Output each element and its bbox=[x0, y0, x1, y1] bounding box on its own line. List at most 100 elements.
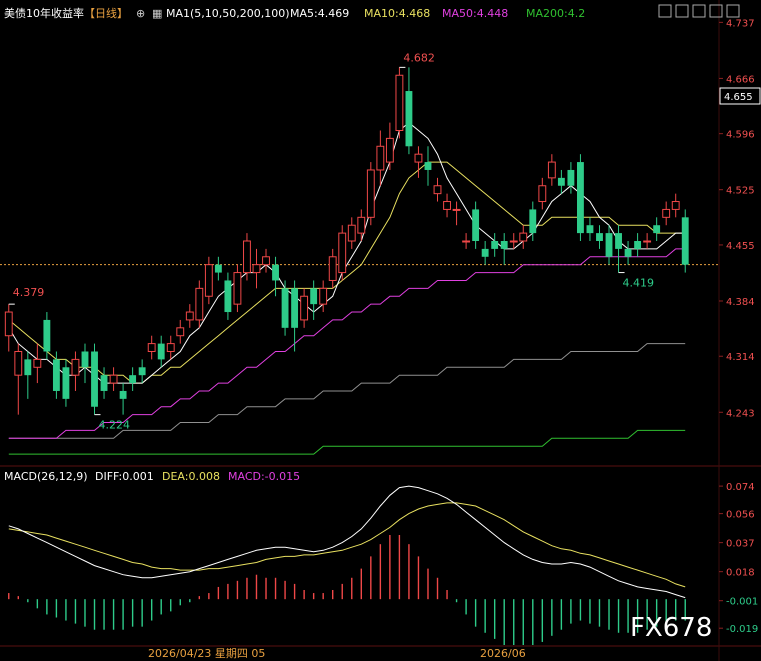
candle-body bbox=[405, 91, 413, 147]
candle-body bbox=[385, 137, 394, 163]
x-label-date: 2026/04/23 星期四 05 bbox=[148, 647, 265, 660]
candle-body bbox=[509, 240, 518, 243]
candle-body bbox=[71, 358, 80, 376]
candle-body bbox=[224, 280, 232, 313]
macd-title: MACD(26,12,9) bbox=[4, 470, 88, 483]
candle-body bbox=[376, 145, 385, 171]
right-low-annotation: 4.419 bbox=[623, 277, 655, 290]
chart-title: 美债10年收益率 bbox=[4, 6, 84, 20]
layout-icon bbox=[692, 4, 706, 18]
left-high-annotation: 4.379 bbox=[13, 286, 45, 299]
candle-body bbox=[52, 359, 60, 391]
candle-body bbox=[214, 264, 222, 273]
candle-body bbox=[272, 264, 279, 281]
candle-body bbox=[147, 343, 156, 353]
candle-body bbox=[567, 169, 575, 186]
candle-body bbox=[481, 248, 489, 257]
price-tick-label: 4.384 bbox=[726, 297, 755, 308]
candle-body bbox=[176, 327, 185, 337]
candle-body bbox=[243, 240, 251, 274]
candle-body bbox=[615, 233, 622, 249]
candle-body bbox=[653, 225, 661, 234]
candle-body bbox=[319, 287, 328, 305]
ma5-label: MA5:4.469 bbox=[290, 7, 349, 20]
grid-icon: ▦ bbox=[152, 7, 162, 20]
candle-body bbox=[338, 232, 347, 274]
candle-body bbox=[643, 240, 652, 243]
macd-tick-label: 0.074 bbox=[726, 482, 755, 493]
price-tick-label: 4.525 bbox=[726, 186, 755, 197]
candle-body bbox=[586, 225, 594, 234]
candle-body bbox=[634, 241, 642, 249]
candle-body bbox=[119, 390, 127, 399]
candle-body bbox=[538, 185, 547, 203]
candle-body bbox=[100, 375, 108, 391]
ma50-label: MA50:4.448 bbox=[442, 7, 508, 20]
ma-label: MA1(5,10,50,200,100) bbox=[166, 7, 290, 20]
candle-body bbox=[291, 288, 299, 328]
candle-body bbox=[462, 240, 471, 243]
candle-body bbox=[357, 216, 366, 234]
last-price-label: 4.655 bbox=[724, 92, 753, 103]
chart-stage: 美债10年收益率 【日线】 ⊕ ▦ MA1(5,10,50,200,100) MA5:4.… bbox=[0, 0, 761, 661]
candlestick-chart[interactable]: 美债10年收益率 【日线】 ⊕ ▦ MA1(5,10,50,200,100) MA5:4.… bbox=[0, 0, 761, 661]
candle-body bbox=[662, 208, 671, 218]
candle-body bbox=[414, 153, 423, 163]
price-tick-label: 4.314 bbox=[726, 352, 755, 363]
crosshair-icon: ⊕ bbox=[136, 7, 145, 20]
macd-tick-label: -0.001 bbox=[726, 597, 758, 608]
candle-body bbox=[500, 241, 508, 249]
candle-body bbox=[681, 217, 689, 265]
settings-icon bbox=[658, 4, 672, 18]
period-label: 【日线】 bbox=[84, 6, 128, 20]
candle-body bbox=[195, 287, 204, 321]
high-annotation: 4.682 bbox=[403, 51, 435, 64]
candle-body bbox=[671, 201, 680, 210]
candle-body bbox=[424, 162, 432, 170]
candle-body bbox=[547, 161, 556, 179]
candle-body bbox=[347, 224, 356, 242]
ma200-line bbox=[8, 429, 686, 455]
candle-body bbox=[452, 208, 461, 211]
candle-body bbox=[166, 343, 175, 353]
price-tick-label: 4.737 bbox=[726, 18, 755, 29]
candle-body bbox=[300, 295, 309, 321]
candle-body bbox=[557, 177, 565, 186]
price-tick-label: 4.666 bbox=[726, 74, 755, 85]
macd-tick-label: 0.037 bbox=[726, 539, 755, 550]
candle-body bbox=[596, 233, 603, 241]
candle-body bbox=[472, 209, 480, 241]
watermark: FX678 bbox=[630, 613, 712, 643]
macd-tick-label: 0.056 bbox=[726, 510, 755, 521]
candle-body bbox=[43, 319, 51, 352]
candle-body bbox=[81, 351, 89, 368]
price-tick-label: 4.243 bbox=[726, 408, 755, 419]
candle-body bbox=[281, 288, 289, 328]
macd-diff-label: DIFF:0.001 bbox=[95, 470, 154, 483]
dea-line bbox=[8, 502, 686, 588]
candle-body bbox=[62, 367, 70, 399]
candle-body bbox=[310, 288, 318, 305]
price-tick-label: 4.455 bbox=[726, 241, 755, 252]
candle-body bbox=[157, 343, 165, 360]
ma10-label: MA10:4.468 bbox=[364, 7, 430, 20]
candle-body bbox=[624, 248, 632, 257]
export-icon bbox=[709, 4, 723, 18]
zoom-icon bbox=[675, 4, 689, 18]
scroll-icon bbox=[726, 4, 740, 18]
ma5-line bbox=[8, 121, 686, 384]
candle-body bbox=[4, 311, 13, 337]
candle-body bbox=[519, 232, 528, 242]
candle-body bbox=[529, 209, 537, 234]
ma200-label: MA200:4.2 bbox=[526, 7, 585, 20]
candle-body bbox=[433, 185, 442, 195]
candle-body bbox=[366, 169, 375, 218]
candle-body bbox=[491, 241, 499, 249]
candle-body bbox=[185, 311, 194, 321]
candle-body bbox=[33, 358, 42, 368]
x-label-month: 2026/06 bbox=[480, 647, 526, 660]
candle-body bbox=[129, 375, 137, 384]
macd-value-label: MACD:-0.015 bbox=[228, 470, 300, 483]
candle-body bbox=[443, 201, 451, 210]
candle-body bbox=[395, 74, 404, 131]
